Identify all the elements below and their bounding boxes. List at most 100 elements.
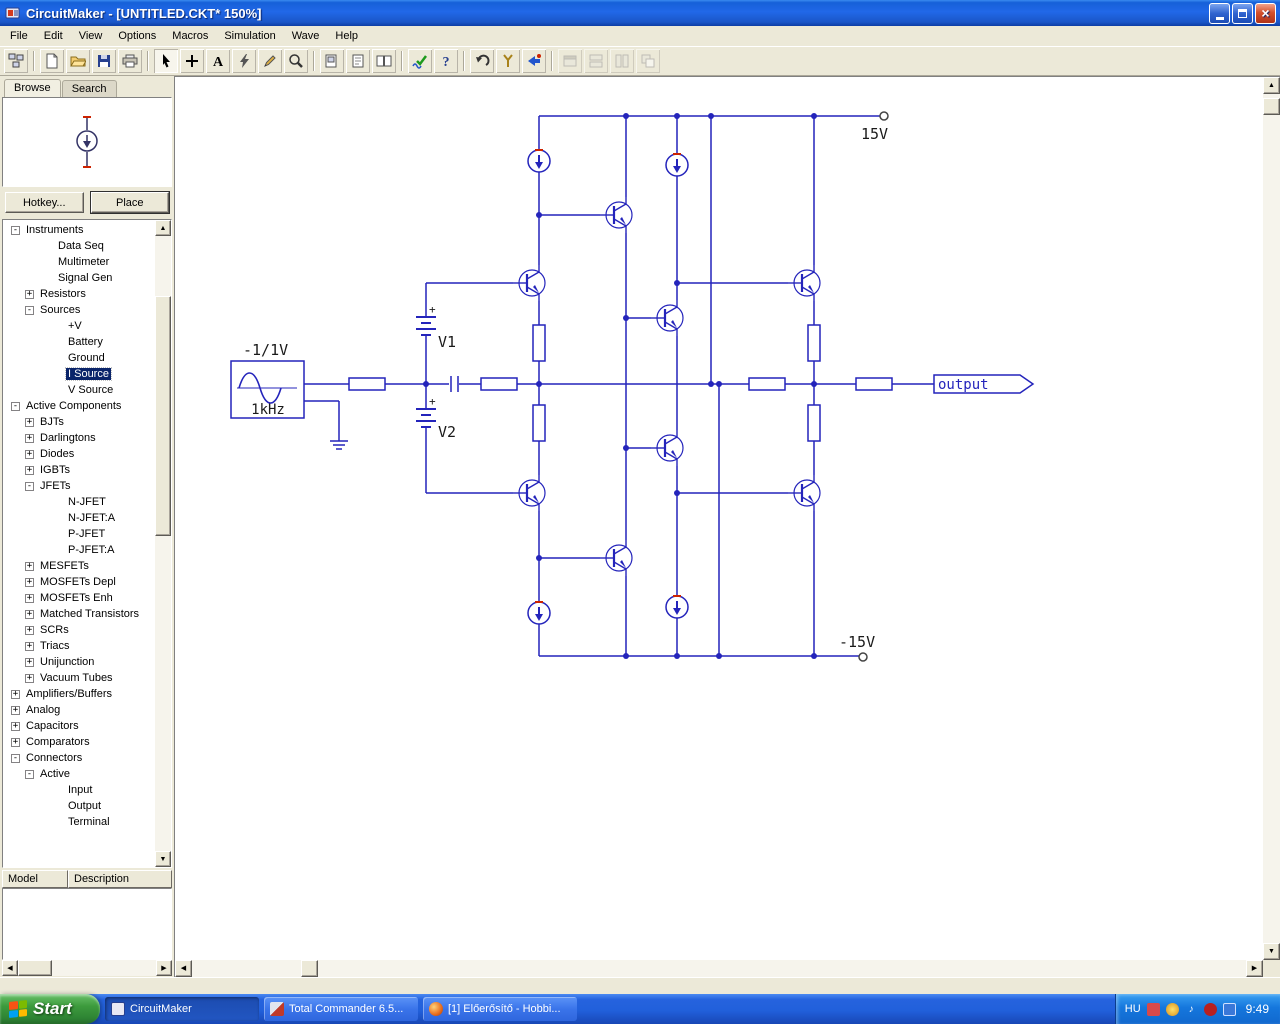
maximize-button[interactable] [1232, 2, 1253, 24]
current-source-4[interactable] [665, 595, 689, 619]
tree-item[interactable]: - Instruments [3, 222, 155, 238]
tree-item[interactable]: - Sources [3, 302, 155, 318]
tree-item[interactable]: + Matched Transistors [3, 606, 155, 622]
canvas-vertical-scrollbar[interactable]: ▲ ▼ [1263, 77, 1280, 960]
tray-icon-3[interactable] [1203, 1002, 1217, 1016]
signal-generator[interactable]: 1kHz [230, 360, 305, 419]
tree-expand-icon[interactable]: + [25, 449, 34, 459]
tree-expand-icon[interactable]: + [11, 737, 20, 747]
help-button[interactable]: ? [434, 49, 458, 73]
vminus-label[interactable]: -15V [839, 633, 875, 651]
scroll-right-icon[interactable]: ▶ [156, 960, 172, 976]
scroll-track[interactable] [155, 236, 171, 296]
scroll-track[interactable] [52, 960, 156, 976]
new-file-button[interactable] [40, 49, 64, 73]
scroll-down-icon[interactable]: ▼ [155, 851, 171, 867]
ground-symbol[interactable] [329, 432, 349, 450]
scroll-left-icon[interactable]: ◀ [2, 960, 18, 976]
scroll-left-icon[interactable]: ◀ [175, 960, 192, 977]
menu-item[interactable]: File [2, 27, 36, 45]
resistor-r1[interactable] [348, 377, 386, 391]
delete-tool-button[interactable] [232, 49, 256, 73]
description-header[interactable]: Description [68, 870, 172, 888]
transistor-q1[interactable] [598, 195, 634, 235]
tree-item[interactable]: + Diodes [3, 446, 155, 462]
tree-item[interactable]: Signal Gen [3, 270, 155, 286]
tree-expand-icon[interactable]: + [25, 433, 34, 443]
open-file-button[interactable] [66, 49, 90, 73]
tree-item[interactable]: + MESFETs [3, 558, 155, 574]
vplus-terminal[interactable] [879, 111, 889, 121]
tree-expand-icon[interactable]: + [25, 609, 34, 619]
text-tool-button[interactable]: A [206, 49, 230, 73]
hotkey-button[interactable]: Hotkey... [5, 192, 84, 213]
tray-icon-1[interactable] [1146, 1002, 1160, 1016]
wires[interactable] [304, 115, 934, 657]
arrange-window-3-button[interactable] [610, 49, 634, 73]
tree-item[interactable]: Terminal [3, 814, 155, 830]
scroll-track[interactable] [1263, 115, 1280, 943]
source-amplitude-label[interactable]: -1/1V [243, 341, 288, 359]
menu-item[interactable]: Options [110, 27, 164, 45]
model-header[interactable]: Model [2, 870, 68, 888]
tree-item[interactable]: N-JFET:A [3, 510, 155, 526]
output-label[interactable]: output [938, 377, 989, 393]
schematic[interactable]: + [175, 77, 1261, 935]
scroll-thumb[interactable] [301, 960, 318, 977]
close-button[interactable]: × [1255, 2, 1276, 24]
scroll-track[interactable] [192, 960, 301, 977]
menu-item[interactable]: Macros [164, 27, 216, 45]
tree-scrollbar[interactable]: ▲ ▼ [155, 220, 171, 867]
tree-expand-icon[interactable]: + [25, 561, 34, 571]
vplus-label[interactable]: 15V [861, 125, 888, 143]
tree-expand-icon[interactable]: + [11, 705, 20, 715]
transistor-q3[interactable] [649, 298, 685, 338]
language-indicator[interactable]: HU [1125, 1003, 1141, 1015]
current-source-3[interactable] [527, 601, 551, 625]
scroll-track[interactable] [318, 960, 1246, 977]
tree-item[interactable]: + Comparators [3, 734, 155, 750]
scroll-right-icon[interactable]: ▶ [1246, 960, 1263, 977]
analysis-check-button[interactable] [408, 49, 432, 73]
scroll-thumb[interactable] [155, 296, 171, 536]
tree-item[interactable]: + Darlingtons [3, 430, 155, 446]
model-list[interactable] [2, 888, 172, 960]
current-source-2[interactable] [665, 153, 689, 177]
transistor-q4[interactable] [786, 263, 822, 303]
vminus-terminal[interactable] [858, 652, 868, 662]
title-bar[interactable]: CircuitMaker - [UNTITLED.CKT* 150%] × [0, 0, 1280, 26]
resistor-r4[interactable] [855, 377, 893, 391]
output-connector[interactable]: output [933, 374, 1035, 394]
resistor-r7[interactable] [807, 324, 821, 362]
tree-item[interactable]: + Triacs [3, 638, 155, 654]
minimize-button[interactable] [1209, 2, 1230, 24]
tree-item[interactable]: - Connectors [3, 750, 155, 766]
tree-expand-icon[interactable]: + [25, 577, 34, 587]
tree-item[interactable]: Input [3, 782, 155, 798]
tree-expand-icon[interactable]: - [11, 401, 20, 411]
tree-expand-icon[interactable]: - [25, 481, 34, 491]
split-view-button[interactable] [372, 49, 396, 73]
tree-item[interactable]: + SCRs [3, 622, 155, 638]
tree-item[interactable]: Multimeter [3, 254, 155, 270]
tree-expand-icon[interactable]: + [25, 465, 34, 475]
arrange-window-4-button[interactable] [636, 49, 660, 73]
tree-item[interactable]: Output [3, 798, 155, 814]
tree-item[interactable]: Data Seq [3, 238, 155, 254]
tree-item[interactable]: N-JFET [3, 494, 155, 510]
menu-item[interactable]: Simulation [216, 27, 283, 45]
task-browser[interactable]: [1] Előerősítő - Hobbi... [423, 997, 577, 1021]
tree-item[interactable]: + Unijunction [3, 654, 155, 670]
resistor-r2[interactable] [480, 377, 518, 391]
tree-item[interactable]: + Capacitors [3, 718, 155, 734]
tree-expand-icon[interactable]: + [25, 625, 34, 635]
menu-item[interactable]: View [71, 27, 111, 45]
tree-expand-icon[interactable]: + [25, 417, 34, 427]
transistor-q7[interactable] [786, 473, 822, 513]
task-circuitmaker[interactable]: CircuitMaker [105, 997, 259, 1021]
tree-item[interactable]: I Source [3, 366, 155, 382]
scroll-track[interactable] [155, 536, 171, 851]
wire-tool-button[interactable] [180, 49, 204, 73]
panel-hscrollbar[interactable]: ◀ ▶ [2, 960, 172, 976]
v2-label[interactable]: V2 [438, 423, 456, 441]
